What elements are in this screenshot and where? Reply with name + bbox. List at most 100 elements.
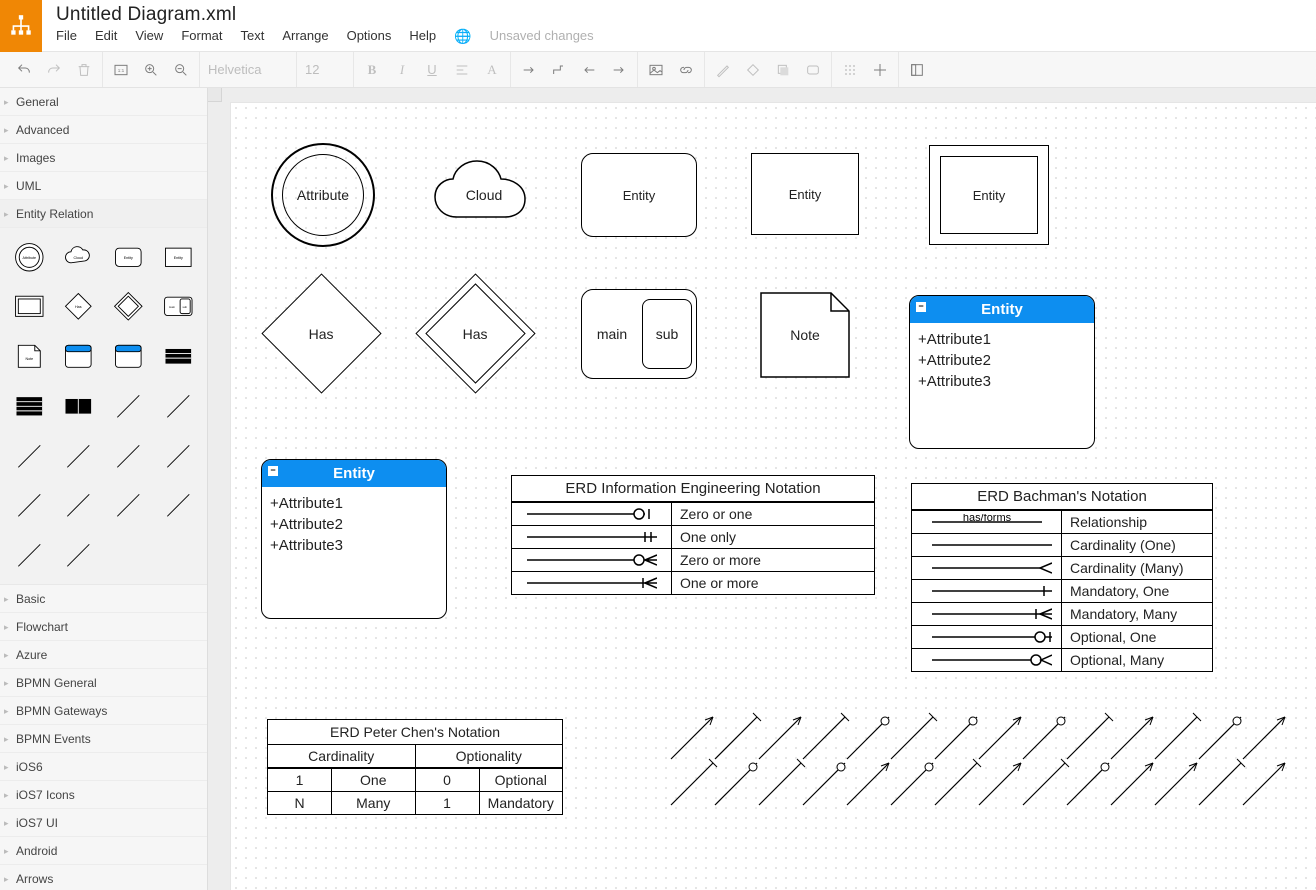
connector-sample-b-5[interactable] [887, 759, 937, 812]
menu-options[interactable]: Options [347, 28, 392, 45]
connector-sample-b-10[interactable] [1107, 759, 1157, 812]
palette-cloud[interactable]: Cloud [56, 234, 102, 280]
palette-ie-table[interactable] [6, 383, 52, 429]
page[interactable]: Attribute Cloud Entity Entity Entity [230, 102, 1316, 890]
sidebar-cat-ios7-icons[interactable]: iOS7 Icons [0, 781, 207, 809]
connector-sample-b-3[interactable] [799, 759, 849, 812]
redo-icon[interactable] [44, 60, 64, 80]
palette-line-4[interactable] [56, 433, 102, 479]
zoom-actual-icon[interactable]: 1:1 [111, 60, 131, 80]
shadow-icon[interactable] [773, 60, 793, 80]
connection-ortho-icon[interactable] [549, 60, 569, 80]
sidebar-cat-azure[interactable]: Azure [0, 641, 207, 669]
sidebar-cat-arrows[interactable]: Arrows [0, 865, 207, 890]
sidebar-cat-uml[interactable]: UML [0, 172, 207, 200]
document-title[interactable]: Untitled Diagram.xml [56, 4, 594, 26]
connector-sample-b-9[interactable] [1063, 759, 1113, 812]
arrow-left-icon[interactable] [579, 60, 599, 80]
sidebar-cat-advanced[interactable]: Advanced [0, 116, 207, 144]
delete-icon[interactable] [74, 60, 94, 80]
erd-bachman-table[interactable]: ERD Bachman's Notation has/formsRelation… [911, 483, 1213, 672]
sidebar-cat-android[interactable]: Android [0, 837, 207, 865]
palette-line-12[interactable] [56, 533, 102, 579]
zoom-in-icon[interactable] [141, 60, 161, 80]
font-color-icon[interactable]: A [482, 60, 502, 80]
connector-sample-b-4[interactable] [843, 759, 893, 812]
connection-straight-icon[interactable] [519, 60, 539, 80]
palette-table-dark[interactable] [155, 334, 201, 380]
font-family-field[interactable]: Helvetica [208, 62, 288, 77]
shape-entity-double[interactable]: Entity [929, 145, 1049, 245]
entity2-attr-3[interactable]: +Attribute3 [270, 535, 438, 556]
palette-note[interactable]: Note [6, 334, 52, 380]
entity2-attr-2[interactable]: +Attribute2 [270, 514, 438, 535]
menu-file[interactable]: File [56, 28, 77, 45]
palette-bach-table[interactable] [56, 383, 102, 429]
shape-attribute[interactable]: Attribute [271, 143, 375, 247]
stroke-color-icon[interactable] [713, 60, 733, 80]
entity-attr-2[interactable]: +Attribute2 [918, 350, 1086, 371]
shape-diamond-has-double[interactable]: Has [415, 273, 535, 393]
sidebar-cat-general[interactable]: General [0, 88, 207, 116]
palette-diamond[interactable]: Has [56, 284, 102, 330]
sidebar-cat-bpmn-gateways[interactable]: BPMN Gateways [0, 697, 207, 725]
rounded-icon[interactable] [803, 60, 823, 80]
palette-diamond-double[interactable] [106, 284, 152, 330]
sidebar-cat-basic[interactable]: Basic [0, 585, 207, 613]
grid-dots-icon[interactable] [840, 60, 860, 80]
connector-sample-b-13[interactable] [1239, 759, 1289, 812]
fill-color-icon[interactable] [743, 60, 763, 80]
connector-sample-b-7[interactable] [975, 759, 1025, 812]
sidebar-cat-bpmn-events[interactable]: BPMN Events [0, 725, 207, 753]
canvas[interactable]: Attribute Cloud Entity Entity Entity [208, 88, 1316, 890]
palette-line-5[interactable] [106, 433, 152, 479]
menu-edit[interactable]: Edit [95, 28, 117, 45]
sidebar-cat-images[interactable]: Images [0, 144, 207, 172]
palette-line-9[interactable] [106, 483, 152, 529]
sidebar-cat-bpmn-general[interactable]: BPMN General [0, 669, 207, 697]
palette-line-7[interactable] [6, 483, 52, 529]
connector-sample-b-11[interactable] [1151, 759, 1201, 812]
outline-icon[interactable] [907, 60, 927, 80]
shape-entity-table-1[interactable]: −Entity +Attribute1 +Attribute2 +Attribu… [909, 295, 1095, 449]
guides-icon[interactable] [870, 60, 890, 80]
sidebar-cat-entity-relation[interactable]: Entity Relation [0, 200, 207, 228]
menu-arrange[interactable]: Arrange [282, 28, 328, 45]
font-size-field[interactable]: 12 [305, 62, 345, 77]
erd-ie-table[interactable]: ERD Information Engineering Notation Zer… [511, 475, 875, 595]
palette-mainsub[interactable]: mainsub [155, 284, 201, 330]
align-icon[interactable] [452, 60, 472, 80]
arrow-right-icon[interactable] [609, 60, 629, 80]
palette-entity-table[interactable] [56, 334, 102, 380]
sidebar-cat-ios7-ui[interactable]: iOS7 UI [0, 809, 207, 837]
palette-line-11[interactable] [6, 533, 52, 579]
link-icon[interactable] [676, 60, 696, 80]
palette-entity-table2[interactable] [106, 334, 152, 380]
italic-icon[interactable]: I [392, 60, 412, 80]
palette-entity-double[interactable] [6, 284, 52, 330]
underline-icon[interactable]: U [422, 60, 442, 80]
menu-format[interactable]: Format [181, 28, 222, 45]
connector-sample-b-12[interactable] [1195, 759, 1245, 812]
shape-entity-square[interactable]: Entity [751, 153, 859, 235]
entity2-attr-1[interactable]: +Attribute1 [270, 493, 438, 514]
palette-line-1[interactable] [106, 383, 152, 429]
palette-entity-rounded[interactable]: Entity [106, 234, 152, 280]
shape-entity-rounded[interactable]: Entity [581, 153, 697, 237]
palette-line-2[interactable] [155, 383, 201, 429]
shape-main-sub[interactable]: main sub [581, 289, 697, 379]
connector-sample-b-6[interactable] [931, 759, 981, 812]
menu-view[interactable]: View [135, 28, 163, 45]
palette-attribute[interactable]: Attribute [6, 234, 52, 280]
palette-line-8[interactable] [56, 483, 102, 529]
sidebar-cat-flowchart[interactable]: Flowchart [0, 613, 207, 641]
palette-entity-square[interactable]: Entity [155, 234, 201, 280]
connector-sample-b-1[interactable] [711, 759, 761, 812]
shape-entity-table-2[interactable]: −Entity +Attribute1 +Attribute2 +Attribu… [261, 459, 447, 619]
connector-sample-b-0[interactable] [667, 759, 717, 812]
erd-chen-table[interactable]: ERD Peter Chen's Notation Cardinality Op… [267, 719, 563, 815]
palette-line-6[interactable] [155, 433, 201, 479]
image-icon[interactable] [646, 60, 666, 80]
shape-cloud[interactable]: Cloud [429, 157, 539, 233]
shape-note[interactable]: Note [755, 287, 855, 383]
